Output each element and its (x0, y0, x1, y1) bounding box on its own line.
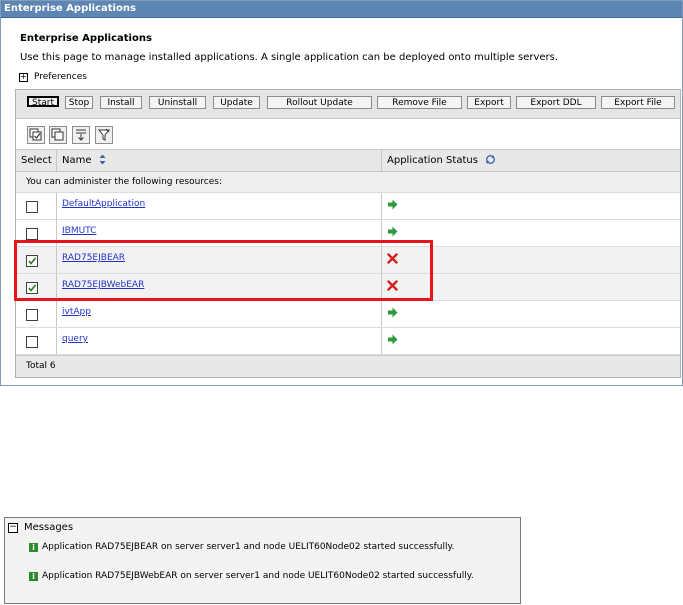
page-title: Enterprise Applications (20, 33, 152, 44)
row-checkbox[interactable] (26, 282, 38, 294)
enterprise-applications-panel: Enterprise Applications Enterprise Appli… (0, 0, 683, 386)
row-checkbox[interactable] (26, 309, 38, 321)
row-checkbox[interactable] (26, 255, 38, 267)
started-arrow-icon (387, 199, 398, 213)
window-title: Enterprise Applications (1, 1, 682, 18)
resources-note: You can administer the following resourc… (16, 172, 680, 193)
select-all-icon[interactable] (27, 126, 45, 144)
status-header-label: Application Status (387, 155, 478, 166)
applications-table: Start Stop Install Uninstall Update Roll… (15, 89, 681, 378)
application-link[interactable]: DefaultApplication (62, 199, 145, 209)
export-file-button[interactable]: Export File (601, 96, 675, 109)
preferences-label: Preferences (34, 72, 87, 82)
clear-filter-icon[interactable] (95, 126, 113, 144)
application-link[interactable]: query (62, 334, 88, 344)
table-row: RAD75EJBEAR (16, 247, 680, 274)
messages-header[interactable]: − Messages (8, 522, 73, 533)
update-button[interactable]: Update (213, 96, 260, 109)
application-link[interactable]: IBMUTC (62, 226, 96, 236)
row-checkbox[interactable] (26, 201, 38, 213)
install-button[interactable]: Install (100, 96, 142, 109)
table-row: ivtApp (16, 301, 680, 328)
collapse-icon[interactable]: − (8, 522, 18, 533)
sort-icon[interactable] (99, 152, 106, 173)
stop-button[interactable]: Stop (65, 96, 93, 109)
row-checkbox[interactable] (26, 228, 38, 240)
table-row: IBMUTC (16, 220, 680, 247)
table-row: DefaultApplication (16, 193, 680, 220)
name-column-header[interactable]: Name (62, 150, 106, 171)
started-arrow-icon (387, 226, 398, 240)
remove-file-button[interactable]: Remove File (377, 96, 462, 109)
button-toolbar: Start Stop Install Uninstall Update Roll… (16, 90, 680, 119)
table-icon-toolbar (16, 122, 680, 148)
info-icon: i (29, 543, 38, 552)
start-button[interactable]: Start (27, 96, 59, 108)
application-link[interactable]: RAD75EJBWebEAR (62, 280, 144, 290)
table-header: Select Name Application Status (16, 149, 680, 172)
export-ddl-button[interactable]: Export DDL (516, 96, 596, 109)
status-column-header[interactable]: Application Status (387, 150, 496, 171)
table-total: Total 6 (16, 355, 680, 377)
stopped-x-icon (387, 253, 398, 267)
messages-title: Messages (24, 522, 74, 533)
messages-panel: − Messages i Application RAD75EJBEAR on s… (4, 517, 521, 604)
row-checkbox[interactable] (26, 336, 38, 348)
preferences-toggle[interactable]: + Preferences (19, 72, 87, 82)
application-link[interactable]: ivtApp (62, 307, 91, 317)
started-arrow-icon (387, 334, 398, 348)
started-arrow-icon (387, 307, 398, 321)
show-filter-icon[interactable] (72, 126, 90, 144)
deselect-all-icon[interactable] (49, 126, 67, 144)
expand-icon[interactable]: + (19, 72, 28, 82)
stopped-x-icon (387, 280, 398, 294)
page-description: Use this page to manage installed applic… (20, 52, 559, 63)
rollout-update-button[interactable]: Rollout Update (267, 96, 372, 109)
application-link[interactable]: RAD75EJBEAR (62, 253, 125, 263)
table-row: RAD75EJBWebEAR (16, 274, 680, 301)
name-header-label: Name (62, 155, 92, 166)
info-icon: i (29, 572, 38, 581)
refresh-icon[interactable] (485, 152, 496, 173)
table-row: query (16, 328, 680, 355)
message-item: i Application RAD75EJBEAR on server serve… (29, 542, 509, 553)
message-item: i Application RAD75EJBWebEAR on server se… (29, 571, 509, 582)
export-button[interactable]: Export (467, 96, 511, 109)
select-column-header: Select (21, 155, 52, 166)
uninstall-button[interactable]: Uninstall (149, 96, 206, 109)
